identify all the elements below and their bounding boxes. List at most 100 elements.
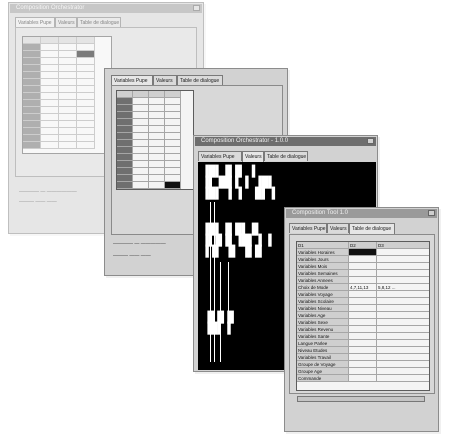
grid-cell[interactable]	[377, 326, 429, 333]
grid-cell[interactable]	[149, 105, 165, 112]
grid-cell[interactable]	[149, 98, 165, 105]
grid-cell[interactable]	[23, 128, 41, 135]
grid-cell[interactable]	[77, 121, 95, 128]
grid-cell[interactable]	[133, 161, 149, 168]
grid-cell[interactable]	[377, 354, 429, 361]
grid-cell[interactable]	[133, 154, 149, 161]
grid-cell[interactable]	[165, 161, 181, 168]
grid-cell[interactable]	[349, 305, 377, 312]
grid-cell[interactable]	[117, 126, 133, 133]
grid-cell[interactable]	[23, 114, 41, 121]
grid-cell[interactable]	[41, 72, 59, 79]
grid-cell[interactable]	[41, 58, 59, 65]
grid-cell[interactable]	[77, 72, 95, 79]
grid-cell[interactable]	[23, 58, 41, 65]
grid-cell[interactable]	[41, 100, 59, 107]
grid-header-cell[interactable]	[41, 37, 59, 44]
tab-valeurs[interactable]: Valeurs	[327, 223, 349, 233]
grid-cell[interactable]	[165, 154, 181, 161]
grid-cell[interactable]	[349, 298, 377, 305]
grid-cell[interactable]	[149, 119, 165, 126]
grid-header-cell[interactable]	[133, 91, 149, 98]
grid-cell[interactable]: 4,7,11,13	[349, 284, 377, 291]
grid-cell[interactable]	[117, 175, 133, 182]
grid-cell[interactable]	[41, 142, 59, 149]
grid-cell[interactable]	[59, 142, 77, 149]
grid-cell[interactable]	[377, 340, 429, 347]
grid-header-cell[interactable]	[23, 37, 41, 44]
grid-cell[interactable]	[77, 44, 95, 51]
grid-cell[interactable]	[349, 347, 377, 354]
grid-cell[interactable]	[59, 93, 77, 100]
grid-cell[interactable]	[117, 154, 133, 161]
grid-cell[interactable]	[23, 107, 41, 114]
grid-cell[interactable]	[117, 168, 133, 175]
grid-cell[interactable]	[377, 249, 429, 256]
grid-cell[interactable]	[149, 133, 165, 140]
tab-table-dialogue[interactable]: Table de dialogue	[264, 151, 308, 161]
grid-cell[interactable]	[133, 147, 149, 154]
close-button[interactable]	[428, 210, 435, 216]
grid-header-cell[interactable]	[165, 91, 181, 98]
grid-cell[interactable]	[23, 65, 41, 72]
grid-cell[interactable]	[41, 65, 59, 72]
grid-cell[interactable]	[117, 105, 133, 112]
grid-cell[interactable]	[149, 161, 165, 168]
grid-cell[interactable]	[59, 128, 77, 135]
grid-cell[interactable]	[117, 161, 133, 168]
grid-cell[interactable]	[165, 175, 181, 182]
tab-table-dialogue[interactable]: Table de dialogue	[177, 75, 223, 85]
grid-cell[interactable]	[349, 333, 377, 340]
grid-cell[interactable]	[349, 361, 377, 368]
close-button[interactable]	[367, 138, 374, 144]
grid-cell[interactable]	[165, 182, 181, 189]
grid-cell[interactable]	[377, 375, 429, 382]
grid-cell[interactable]	[133, 126, 149, 133]
grid-cell[interactable]	[77, 100, 95, 107]
grid-cell[interactable]	[149, 112, 165, 119]
grid-header-cell[interactable]	[149, 91, 165, 98]
grid-cell[interactable]	[23, 72, 41, 79]
tab-table-dialogue[interactable]: Table de dialogue	[77, 17, 121, 27]
grid-cell[interactable]	[23, 100, 41, 107]
grid-cell[interactable]	[133, 119, 149, 126]
grid-cell[interactable]	[23, 86, 41, 93]
grid-cell[interactable]	[77, 51, 95, 58]
grid-cell[interactable]	[349, 368, 377, 375]
grid-cell[interactable]	[77, 65, 95, 72]
grid-cell[interactable]	[165, 126, 181, 133]
grid-cell[interactable]	[349, 326, 377, 333]
grid-cell[interactable]	[165, 119, 181, 126]
grid-cell[interactable]	[117, 119, 133, 126]
grid-cell[interactable]	[349, 312, 377, 319]
grid-cell[interactable]	[133, 112, 149, 119]
grid-cell[interactable]	[117, 133, 133, 140]
grid-cell[interactable]	[77, 107, 95, 114]
grid-cell[interactable]	[133, 98, 149, 105]
grid-header-cell[interactable]: D1	[297, 242, 349, 249]
grid-header-cell[interactable]: D2	[349, 242, 377, 249]
grid-cell[interactable]	[41, 86, 59, 93]
grid-cell[interactable]	[149, 175, 165, 182]
grid-cell[interactable]	[77, 142, 95, 149]
data-grid[interactable]	[22, 36, 112, 154]
grid-cell[interactable]	[23, 44, 41, 51]
grid-cell[interactable]	[41, 114, 59, 121]
tab-table-dialogue[interactable]: Table de dialogue	[349, 223, 395, 234]
grid-cell[interactable]	[149, 126, 165, 133]
grid-header-cell[interactable]	[59, 37, 77, 44]
grid-cell[interactable]	[349, 319, 377, 326]
tab-valeurs[interactable]: Valeurs	[242, 151, 264, 162]
grid-cell[interactable]	[377, 305, 429, 312]
grid-cell[interactable]	[349, 249, 377, 256]
grid-cell[interactable]	[77, 86, 95, 93]
grid-cell[interactable]	[41, 79, 59, 86]
grid-header-cell[interactable]: D3	[377, 242, 429, 249]
grid-cell[interactable]	[377, 277, 429, 284]
grid-cell[interactable]	[377, 361, 429, 368]
grid-cell[interactable]	[117, 98, 133, 105]
close-button[interactable]	[193, 5, 200, 11]
grid-cell[interactable]	[23, 93, 41, 100]
grid-cell[interactable]	[59, 86, 77, 93]
tab-valeurs[interactable]: Valeurs	[153, 75, 177, 85]
